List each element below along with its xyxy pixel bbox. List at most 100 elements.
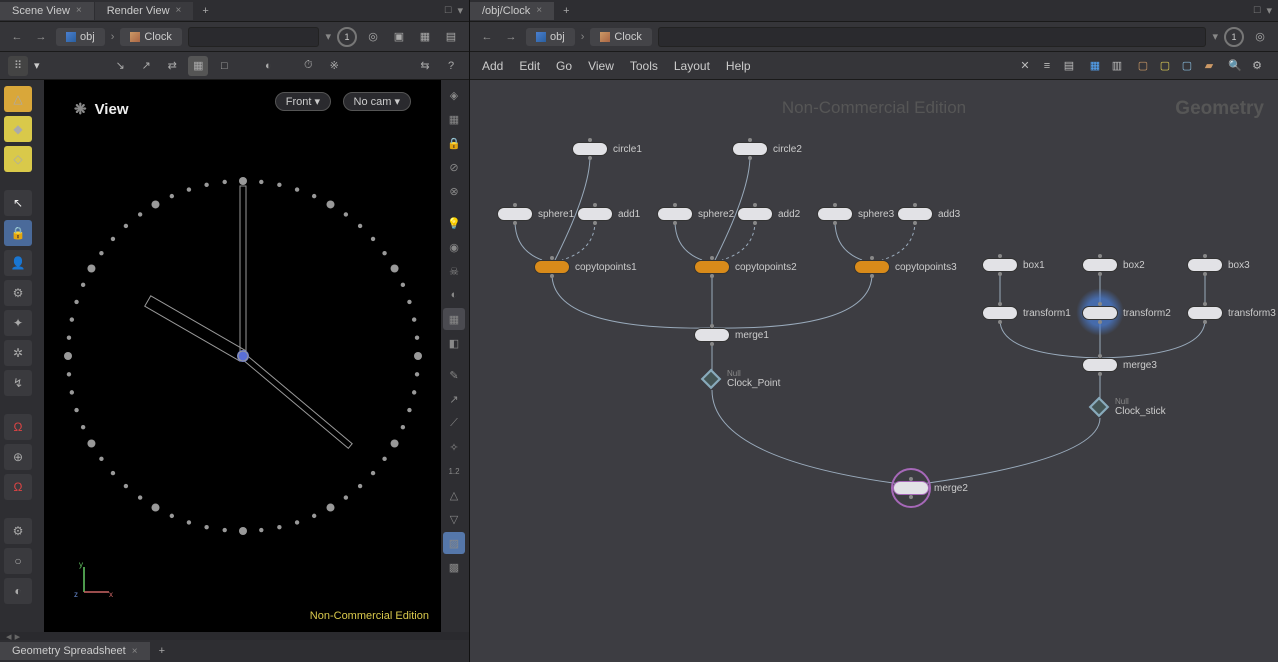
- vp-tool-icon[interactable]: △: [443, 484, 465, 506]
- node-box3[interactable]: box3: [1187, 258, 1250, 272]
- shelf-tool-icon[interactable]: ◇: [4, 146, 32, 172]
- path-chip-obj[interactable]: obj: [526, 28, 575, 46]
- node-clock-stick[interactable]: NullClock_stick: [1088, 396, 1166, 418]
- menu-add[interactable]: Add: [482, 59, 503, 73]
- vp-tool-icon[interactable]: ◧: [443, 332, 465, 354]
- sel-tool-2-icon[interactable]: ↗: [136, 56, 156, 76]
- close-icon[interactable]: ×: [76, 5, 82, 16]
- node-box2[interactable]: box2: [1082, 258, 1145, 272]
- node-clock-point[interactable]: NullClock_Point: [700, 368, 780, 390]
- shelf-tool-icon[interactable]: ◆: [4, 116, 32, 142]
- selmode-icon[interactable]: ⠿: [8, 56, 28, 76]
- node-merge1[interactable]: merge1: [694, 328, 769, 342]
- sel-tool-6-icon[interactable]: ◐: [258, 56, 278, 76]
- vp-tool-icon[interactable]: ⊘: [443, 156, 465, 178]
- chevron-down-icon[interactable]: ▾: [1212, 30, 1218, 43]
- help-icon[interactable]: ?: [441, 56, 461, 76]
- select-tool-icon[interactable]: ↖: [4, 190, 32, 216]
- tool-icon[interactable]: ▢: [1134, 57, 1152, 75]
- vp-tool-icon[interactable]: ▨: [443, 532, 465, 554]
- node-sphere3[interactable]: sphere3: [817, 207, 894, 221]
- node-sphere2[interactable]: sphere2: [657, 207, 734, 221]
- vp-tool-icon[interactable]: ⟋: [443, 412, 465, 434]
- lock-icon[interactable]: 🔒: [443, 132, 465, 154]
- vp-tool-icon[interactable]: ◉: [443, 236, 465, 258]
- node-copytopoints1[interactable]: copytopoints1: [534, 260, 637, 274]
- link-icon[interactable]: ◎: [363, 27, 383, 47]
- node-circle2[interactable]: circle2: [732, 142, 802, 156]
- sel-tool-1-icon[interactable]: ↘: [110, 56, 130, 76]
- tab-geo-spreadsheet[interactable]: Geometry Spreadsheet×: [0, 642, 150, 660]
- shelf-tool-icon[interactable]: ↯: [4, 370, 32, 396]
- node-merge3[interactable]: merge3: [1082, 358, 1157, 372]
- add-tab-button[interactable]: +: [194, 2, 216, 20]
- nav-fwd-button[interactable]: →: [32, 28, 50, 46]
- view-dropdown[interactable]: Front ▾: [275, 92, 331, 111]
- vp-shade-icon[interactable]: ▦: [443, 308, 465, 330]
- vp-tool-icon[interactable]: ✧: [443, 436, 465, 458]
- node-copytopoints2[interactable]: copytopoints2: [694, 260, 797, 274]
- close-icon[interactable]: ×: [176, 5, 182, 16]
- tab-scene-view[interactable]: Scene View×: [0, 2, 94, 20]
- node-transform3[interactable]: transform3: [1187, 306, 1276, 320]
- sel-tool-4-icon[interactable]: ▦: [188, 56, 208, 76]
- pin-button[interactable]: 1: [1224, 27, 1244, 47]
- vp-checker-icon[interactable]: ▩: [443, 556, 465, 578]
- tool-icon[interactable]: ✕: [1016, 57, 1034, 75]
- menu-chevron-icon[interactable]: ▾: [1266, 4, 1272, 17]
- network-view[interactable]: Non-Commercial Edition Geometry: [470, 80, 1278, 662]
- node-transform1[interactable]: transform1: [982, 306, 1071, 320]
- pin-button[interactable]: 1: [337, 27, 357, 47]
- path-input[interactable]: [658, 27, 1207, 47]
- tool-icon[interactable]: ▢: [1178, 57, 1196, 75]
- nav-back-button[interactable]: ←: [478, 28, 496, 46]
- tool-icon[interactable]: ▰: [1200, 57, 1218, 75]
- camera-dropdown[interactable]: No cam ▾: [343, 92, 411, 111]
- sel-tool-8-icon[interactable]: ※: [324, 56, 344, 76]
- shelf-tool-icon[interactable]: ⊕: [4, 444, 32, 470]
- sel-opt-icon[interactable]: ⇆: [415, 56, 435, 76]
- gear-tool-icon[interactable]: ⚙: [4, 518, 32, 544]
- path-input[interactable]: [188, 27, 320, 47]
- node-add1[interactable]: add1: [577, 207, 640, 221]
- shelf-tool-icon[interactable]: 👤: [4, 250, 32, 276]
- chevron-down-icon[interactable]: ▾: [325, 30, 331, 43]
- sel-tool-5-icon[interactable]: □: [214, 56, 234, 76]
- chevron-down-icon[interactable]: ▾: [34, 59, 40, 72]
- tool-icon[interactable]: ▤: [1060, 57, 1078, 75]
- vp-tool-icon[interactable]: ▦: [443, 108, 465, 130]
- tool-icon[interactable]: ▥: [1108, 57, 1126, 75]
- close-icon[interactable]: ×: [536, 5, 542, 16]
- vp-light-icon[interactable]: 💡: [443, 212, 465, 234]
- maximize-icon[interactable]: □: [445, 4, 452, 17]
- note-icon[interactable]: ▢: [1156, 57, 1174, 75]
- node-add2[interactable]: add2: [737, 207, 800, 221]
- lock-tool-icon[interactable]: 🔒: [4, 220, 32, 246]
- nav-fwd-button[interactable]: →: [502, 28, 520, 46]
- shelf-tool-icon[interactable]: ○: [4, 548, 32, 574]
- vp-tool-icon[interactable]: ▽: [443, 508, 465, 530]
- path-chip-obj[interactable]: obj: [56, 28, 105, 46]
- display-opt-icon[interactable]: ▣: [389, 27, 409, 47]
- sel-tool-3-icon[interactable]: ⇄: [162, 56, 182, 76]
- node-merge2[interactable]: merge2: [893, 481, 968, 495]
- node-box1[interactable]: box1: [982, 258, 1045, 272]
- node-sphere1[interactable]: sphere1: [497, 207, 574, 221]
- path-chip-node[interactable]: Clock: [590, 28, 652, 46]
- tool-icon[interactable]: ▦: [1086, 57, 1104, 75]
- display-opt2-icon[interactable]: ▦: [415, 27, 435, 47]
- gear-icon[interactable]: ⚙: [1248, 57, 1266, 75]
- magnet2-tool-icon[interactable]: Ω: [4, 474, 32, 500]
- menu-go[interactable]: Go: [556, 59, 572, 73]
- vp-tool-icon[interactable]: ⊗: [443, 180, 465, 202]
- vp-tool-icon[interactable]: ◐: [443, 284, 465, 306]
- path-chip-node[interactable]: Clock: [120, 28, 182, 46]
- shelf-tool-icon[interactable]: △: [4, 86, 32, 112]
- vp-tool-icon[interactable]: ☠: [443, 260, 465, 282]
- shelf-tool-icon[interactable]: ◐: [4, 578, 32, 604]
- vp-tool-icon[interactable]: ↗: [443, 388, 465, 410]
- vp-tool-icon[interactable]: 1.2: [443, 460, 465, 482]
- add-tab-button[interactable]: +: [555, 2, 577, 20]
- link-icon[interactable]: ◎: [1250, 27, 1270, 47]
- menu-tools[interactable]: Tools: [630, 59, 658, 73]
